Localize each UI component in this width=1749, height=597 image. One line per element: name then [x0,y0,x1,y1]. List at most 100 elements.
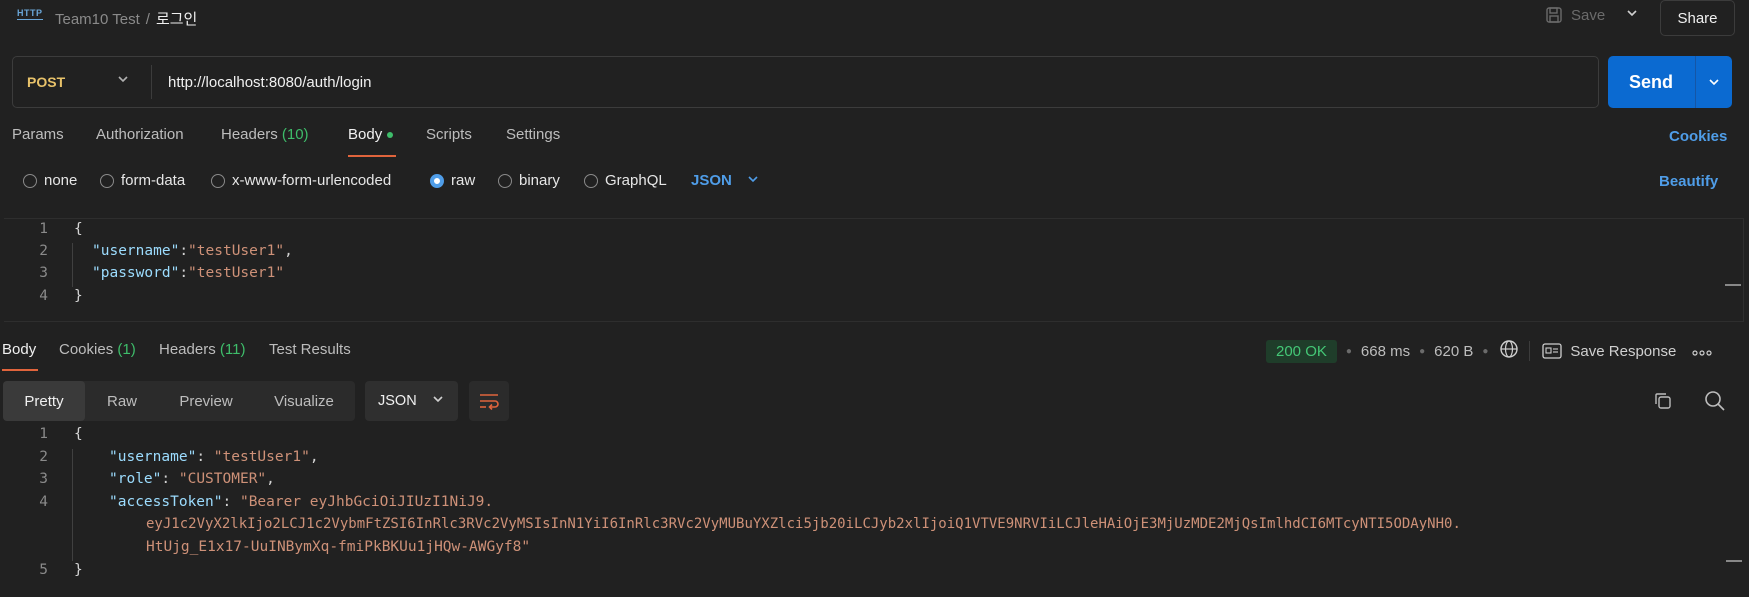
line-number: 1 [39,221,48,237]
body-format-chevron-icon[interactable] [747,173,759,188]
radio-urlencoded-label: x-www-form-urlencoded [232,172,392,189]
share-button[interactable]: Share [1660,0,1735,36]
breadcrumb-request-name[interactable]: 로그인 [156,11,197,28]
radio-binary[interactable]: binary [498,172,560,189]
url-divider [151,65,152,99]
top-bar: HTTP Team10 Test / 로그인 Save Share [0,0,1749,36]
save-response-icon [1542,343,1563,359]
tab-authorization[interactable]: Authorization [96,126,184,143]
breadcrumb: Team10 Test / 로그인 [55,8,197,29]
request-body-editor[interactable]: 1 2 3 4 { "username":"testUser1", "passw… [4,218,1744,322]
tab-response-cookies[interactable]: Cookies (1) [59,341,136,358]
tab-scripts[interactable]: Scripts [426,126,472,143]
radio-x-www-form-urlencoded[interactable]: x-www-form-urlencoded [211,172,391,189]
indent-guide [72,243,73,287]
radio-urlencoded-circle-icon [211,173,225,188]
code-line: "accessToken": "Bearer eyJhbGciOiJIUzI1N… [109,494,494,510]
response-format-chevron-icon [432,393,444,408]
line-number: 3 [39,471,48,487]
radio-none[interactable]: none [23,172,77,189]
radio-binary-label: binary [519,172,560,189]
save-icon [1546,7,1562,23]
code-line: { [74,426,83,442]
save-options-chevron-icon[interactable] [1626,7,1638,22]
breadcrumb-separator: / [145,11,150,28]
indent-guide [72,449,73,561]
response-size[interactable]: 620 B [1434,343,1473,360]
tab-response-headers[interactable]: Headers (11) [159,341,245,358]
response-view-modes: Pretty Raw Preview Visualize [3,381,355,421]
tab-headers[interactable]: Headers (10) [221,126,309,143]
breadcrumb-collection[interactable]: Team10 Test [55,11,140,28]
radio-raw-selected-icon [430,173,444,188]
line-number: 5 [39,562,48,578]
http-request-icon: HTTP [17,8,43,20]
method-chevron-down-icon[interactable] [117,73,129,88]
meta-divider [1529,341,1531,361]
response-format-select[interactable]: JSON [365,381,458,421]
tab-headers-label: Headers [221,126,278,143]
radio-graphql-label: GraphQL [605,172,667,189]
radio-graphql-circle-icon [584,173,598,188]
tab-body[interactable]: Body [348,126,394,143]
radio-raw-label: raw [451,172,476,189]
meta-dot: ● [1345,345,1352,357]
tab-settings[interactable]: Settings [506,126,560,143]
code-line: "username":"testUser1", [92,243,293,259]
response-meta: 200 OK ● 668 ms ● 620 B ● Save Response [1266,338,1712,364]
status-badge[interactable]: 200 OK [1266,339,1337,363]
body-modified-dot-icon [387,132,394,139]
radio-form-data[interactable]: form-data [100,172,185,189]
cookies-link[interactable]: Cookies [1669,128,1727,145]
line-number: 1 [39,426,48,442]
code-line: "username": "testUser1", [109,449,319,465]
more-options-icon[interactable] [1692,343,1712,360]
body-format-select[interactable]: JSON [691,172,732,189]
wrap-lines-button[interactable] [469,381,509,421]
tab-params[interactable]: Params [12,126,64,143]
code-line: "role": "CUSTOMER", [109,471,275,487]
meta-dot: ● [1482,345,1489,357]
tab-response-headers-count: (11) [219,341,246,358]
radio-none-label: none [44,172,78,189]
view-raw-button[interactable]: Raw [85,381,159,421]
line-number: 3 [39,265,48,281]
tab-test-results[interactable]: Test Results [269,341,351,358]
view-visualize-button[interactable]: Visualize [253,381,355,421]
send-options-chevron-icon[interactable] [1696,56,1732,108]
response-body-viewer[interactable]: 1 2 3 4 5 { "username": "testUser1", "ro… [0,426,1749,597]
view-preview-button[interactable]: Preview [159,381,253,421]
line-number: 4 [39,288,48,304]
wrap-lines-icon [480,394,499,410]
beautify-link[interactable]: Beautify [1659,173,1718,190]
save-label: Save [1571,6,1606,24]
radio-raw[interactable]: raw [430,172,475,189]
tab-response-cookies-label: Cookies [59,341,114,358]
code-line-wrapped: eyJ1c2VyX2lkIjo2LCJ1c2VybmFtZSI6InRlc3RV… [146,516,1461,532]
search-icon[interactable] [1704,390,1726,416]
send-button-group: Send [1608,56,1732,108]
radio-form-data-circle-icon [100,173,114,188]
save-response-button[interactable]: Save Response [1542,343,1676,360]
radio-binary-circle-icon [498,173,512,188]
radio-graphql[interactable]: GraphQL [584,172,667,189]
tab-response-headers-label: Headers [159,341,216,358]
code-line-wrapped: HtUjg_E1x17-UuINBymXq-fmiPkBKUu1jHQw-AWG… [146,539,531,555]
save-button[interactable]: Save [1545,6,1605,24]
editor-scrollbar[interactable] [1725,284,1741,286]
viewer-scrollbar[interactable] [1726,560,1742,562]
tab-headers-count: (10) [281,126,309,143]
copy-icon[interactable] [1653,391,1673,415]
response-time[interactable]: 668 ms [1361,343,1410,360]
method-select[interactable]: POST [27,74,65,90]
code-line: { [74,221,83,237]
radio-form-data-label: form-data [121,172,186,189]
send-button[interactable]: Send [1608,56,1694,108]
code-line: } [74,562,83,578]
save-response-label: Save Response [1570,342,1677,360]
url-input[interactable]: http://localhost:8080/auth/login [168,74,371,91]
globe-icon[interactable] [1499,339,1519,363]
line-number: 2 [39,449,48,465]
view-pretty-button[interactable]: Pretty [3,381,85,421]
tab-response-body[interactable]: Body [2,341,36,358]
